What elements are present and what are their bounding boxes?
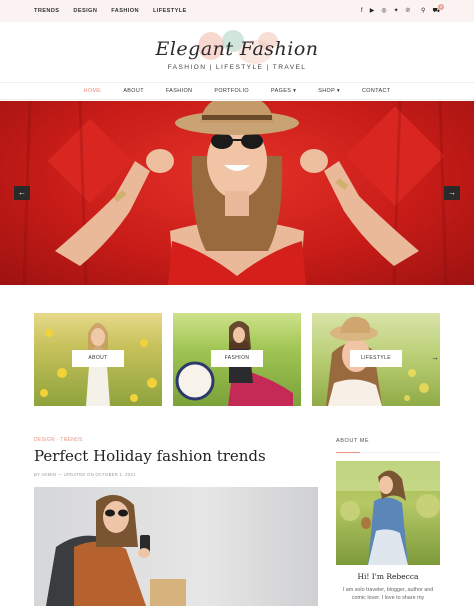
nav-shop[interactable]: SHOP ▾ bbox=[318, 88, 340, 94]
top-bar: TRENDS DESIGN FASHION LIFESTYLE f ▶ ◎ ✦ … bbox=[0, 0, 474, 22]
nav-home[interactable]: HOME bbox=[84, 88, 102, 94]
facebook-icon[interactable]: f bbox=[361, 8, 363, 14]
hero-next-button[interactable]: → bbox=[444, 186, 460, 200]
cart-icon[interactable]: ⛟ 0 bbox=[432, 4, 444, 14]
pinterest-icon[interactable]: ℗ bbox=[406, 8, 410, 14]
top-nav: TRENDS DESIGN FASHION LIFESTYLE bbox=[34, 8, 187, 14]
hero-woman-image bbox=[22, 101, 448, 285]
hero-prev-button[interactable]: ← bbox=[14, 186, 30, 200]
about-photo bbox=[336, 461, 440, 565]
nav-about[interactable]: ABOUT bbox=[123, 88, 144, 94]
youtube-icon[interactable]: ▶ bbox=[370, 8, 375, 14]
instagram-icon[interactable]: ◎ bbox=[381, 8, 386, 14]
cart-count-badge: 0 bbox=[438, 4, 444, 10]
post-title[interactable]: Perfect Holiday fashion trends bbox=[34, 447, 266, 465]
search-icon[interactable]: ⚲ bbox=[421, 8, 425, 14]
about-text: I am solo traveler, blogger, author and … bbox=[342, 587, 434, 601]
about-heading: ABOUT ME bbox=[336, 438, 370, 444]
category-cards: ABOUT FASHION LIFESTYLE → bbox=[34, 313, 440, 406]
logo-title: Elegant Fashion bbox=[155, 38, 319, 60]
top-nav-trends[interactable]: TRENDS bbox=[34, 8, 59, 14]
post-woman-image bbox=[46, 494, 186, 606]
card-about-label: ABOUT bbox=[72, 350, 124, 367]
twitter-icon[interactable]: ✦ bbox=[394, 8, 399, 14]
social-icons: f ▶ ◎ ✦ ℗ ⚲ ⛟ 0 bbox=[361, 4, 444, 14]
top-nav-lifestyle[interactable]: LIFESTYLE bbox=[153, 8, 187, 14]
nav-fashion[interactable]: FASHION bbox=[166, 88, 192, 94]
nav-shop-label: SHOP bbox=[318, 88, 335, 94]
about-name: Hi! I'm Rebecca bbox=[357, 572, 419, 581]
chevron-down-icon: ▾ bbox=[336, 88, 341, 94]
post-meta: BY ADMIN — UPDATED ON OCTOBER 1, 2021 bbox=[34, 472, 136, 477]
nav-portfolio[interactable]: PORTFOLIO bbox=[214, 88, 249, 94]
card-lifestyle[interactable]: LIFESTYLE bbox=[312, 313, 440, 406]
nav-pages[interactable]: PAGES ▾ bbox=[271, 88, 296, 94]
nav-pages-label: PAGES bbox=[271, 88, 292, 94]
cards-next-arrow-icon[interactable]: → bbox=[431, 353, 439, 362]
post-featured-image[interactable] bbox=[34, 487, 318, 606]
main-nav: HOME ABOUT FASHION PORTFOLIO PAGES ▾ SHO… bbox=[0, 82, 474, 100]
card-about[interactable]: ABOUT bbox=[34, 313, 162, 406]
card-fashion[interactable]: FASHION bbox=[173, 313, 301, 406]
top-nav-design[interactable]: DESIGN bbox=[73, 8, 97, 14]
logo-tagline: FASHION | LIFESTYLE | TRAVEL bbox=[167, 64, 307, 71]
about-woman-image bbox=[336, 461, 440, 565]
hero-slider[interactable]: ← → bbox=[0, 101, 474, 285]
card-fashion-label: FASHION bbox=[211, 350, 263, 367]
card-lifestyle-label: LIFESTYLE bbox=[350, 350, 402, 367]
chevron-down-icon: ▾ bbox=[293, 88, 297, 94]
nav-contact[interactable]: CONTACT bbox=[362, 88, 390, 94]
top-nav-fashion[interactable]: FASHION bbox=[111, 8, 139, 14]
post-categories[interactable]: DESIGN · TRENDS bbox=[34, 437, 83, 443]
about-divider-accent bbox=[336, 452, 360, 453]
site-logo[interactable]: Elegant Fashion FASHION | LIFESTYLE | TR… bbox=[0, 30, 474, 78]
